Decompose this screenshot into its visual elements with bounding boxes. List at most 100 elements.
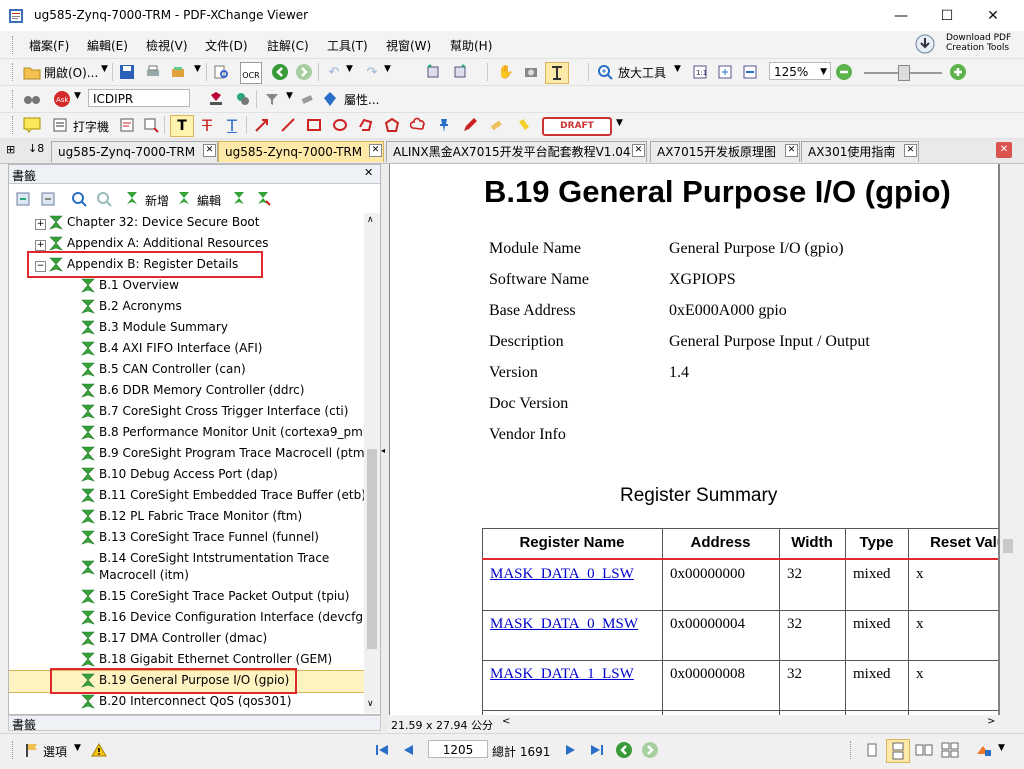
bookmarks-footer-label[interactable]: 書籤 [12,716,36,733]
maximize-button[interactable]: ☐ [924,0,970,31]
zoom-in-icon[interactable] [948,62,968,82]
warning-icon[interactable] [89,740,109,760]
expand-icon[interactable]: + [35,219,46,230]
polygon-line-tool-icon[interactable] [356,115,376,135]
bookmark-options-icon[interactable] [254,189,274,209]
bookmark-item[interactable]: B.2 Acronyms [9,297,364,318]
find-document-icon[interactable] [211,62,231,82]
funnel-dropdown-icon[interactable]: ▼ [286,91,293,101]
tab-ax301-guide[interactable]: AX301使用指南 ✕ [801,141,919,162]
markup-tools-icon[interactable] [233,89,253,109]
zoom-level-combo[interactable]: 125% ▼ [769,62,831,80]
menu-tools[interactable]: 工具(T) [327,37,368,54]
page-layout-icon[interactable] [974,740,994,760]
register-name-link[interactable]: MASK_DATA_0_MSW [490,616,638,633]
redo-icon[interactable]: ↷ [362,62,382,82]
fit-page-icon[interactable] [715,62,735,82]
bookmark-item[interactable]: B.20 Interconnect QoS (qos301) [9,692,364,713]
save-icon[interactable] [117,62,137,82]
download-pdf-tools-button[interactable]: Download PDF Creation Tools [910,31,1014,57]
menu-edit[interactable]: 編輯(E) [87,37,128,54]
first-page-icon[interactable] [372,740,392,760]
panel-close-icon[interactable]: ✕ [364,166,373,179]
bookmark-item[interactable]: B.7 CoreSight Cross Trigger Interface (c… [9,402,364,423]
ocr-icon[interactable]: OCR [240,62,262,84]
search-engine-icon[interactable]: Ask [52,89,72,109]
previous-page-icon[interactable] [398,740,418,760]
tab-alinx-tutorial[interactable]: ALINX黑金AX7015开发平台配套教程V1.04 ✕ [386,141,647,162]
underline-text-icon[interactable]: T [222,115,242,135]
tab-close-icon[interactable]: ✕ [904,144,917,157]
eraser-tool-icon[interactable] [486,115,506,135]
bookmark-zoom-in-icon[interactable] [69,189,89,209]
zoom-slider-thumb[interactable] [898,65,910,81]
history-forward-icon[interactable] [640,740,660,760]
tab-sort-icon[interactable]: ↓8 [28,142,44,155]
tab-close-icon[interactable]: ✕ [203,144,216,157]
typewriter-icon[interactable] [50,115,70,135]
facing-pages-icon[interactable] [914,740,934,760]
bookmark-item[interactable]: B.8 Performance Monitor Unit (cortexa9_p… [9,423,364,444]
document-scrollbar[interactable] [1000,164,1016,715]
rotate-left-icon[interactable] [423,62,443,82]
forward-icon[interactable] [294,62,314,82]
tab-close-icon[interactable]: ✕ [785,144,798,157]
scroll-thumb[interactable] [367,449,377,649]
open-dropdown-icon[interactable]: ▼ [101,64,108,74]
tab-ug585-2[interactable]: ug585-Zynq-7000-TRM ✕ [218,141,384,162]
tab-list-icon[interactable]: ⊞ [6,143,15,156]
close-document-icon[interactable]: ✕ [996,142,1012,158]
bookmark-item[interactable]: + Chapter 32: Device Secure Boot [9,213,364,234]
pencil-tool-icon[interactable] [460,115,480,135]
properties-icon[interactable] [320,89,340,109]
bookmark-item[interactable]: B.13 CoreSight Trace Funnel (funnel) [9,528,364,549]
last-page-icon[interactable] [587,740,607,760]
undo-dropdown-icon[interactable]: ▼ [346,64,353,74]
menu-window[interactable]: 視窗(W) [386,37,431,54]
panel-splitter[interactable]: ◂ [381,164,389,731]
single-page-icon[interactable] [862,740,882,760]
hand-tool-icon[interactable]: ✋ [496,62,516,82]
snapshot-icon[interactable] [521,62,541,82]
bookmark-item[interactable]: B.11 CoreSight Embedded Trace Buffer (et… [9,486,364,507]
search-input[interactable]: ICDIPR [88,89,190,107]
select-text-icon[interactable] [545,62,569,84]
highlight-text-icon[interactable]: T [170,115,194,137]
properties-label[interactable]: 屬性... [344,91,379,108]
new-bookmark-label[interactable]: 新增 [145,192,169,209]
bookmark-item[interactable]: B.3 Module Summary [9,318,364,339]
bookmark-item[interactable]: B.14 CoreSight Intstrumentation Trace Mac… [9,549,364,587]
menu-document[interactable]: 文件(D) [205,37,248,54]
scan-icon[interactable] [168,62,188,82]
back-icon[interactable] [270,62,290,82]
binoculars-icon[interactable] [22,89,42,109]
stamps-icon[interactable] [206,89,226,109]
typewriter-label[interactable]: 打字機 [73,118,109,135]
edit-bookmark-label[interactable]: 編輯 [197,192,221,209]
zoom-in-tool-icon[interactable] [595,62,615,82]
page-number-input[interactable]: 1205 [428,740,488,758]
bookmark-item[interactable]: B.17 DMA Controller (dmac) [9,629,364,650]
scan-dropdown-icon[interactable]: ▼ [194,64,201,74]
eraser-icon[interactable] [297,89,317,109]
fit-width-icon[interactable] [740,62,760,82]
options-label[interactable]: 選項 [43,743,67,760]
zoom-dropdown-icon[interactable]: ▼ [820,63,827,81]
open-label[interactable]: 開啟(O)... [44,64,98,81]
funnel-icon[interactable] [262,89,282,109]
tab-close-icon[interactable]: ✕ [632,144,645,157]
rotate-right-icon[interactable] [450,62,470,82]
next-page-icon[interactable] [561,740,581,760]
zoom-tool-label[interactable]: 放大工具 [618,64,666,81]
history-back-icon[interactable] [614,740,634,760]
search-engine-dropdown-icon[interactable]: ▼ [74,91,81,101]
print-icon[interactable] [143,62,163,82]
bookmark-item[interactable]: B.15 CoreSight Trace Packet Output (tpiu… [9,587,364,608]
tab-close-icon[interactable]: ✕ [369,144,382,157]
continuous-facing-icon[interactable] [940,740,960,760]
strikeout-text-icon[interactable]: T [197,115,217,135]
minimize-button[interactable]: — [878,0,924,31]
arrow-tool-icon[interactable] [252,115,272,135]
oval-tool-icon[interactable] [330,115,350,135]
expand-icon[interactable]: + [35,240,46,251]
